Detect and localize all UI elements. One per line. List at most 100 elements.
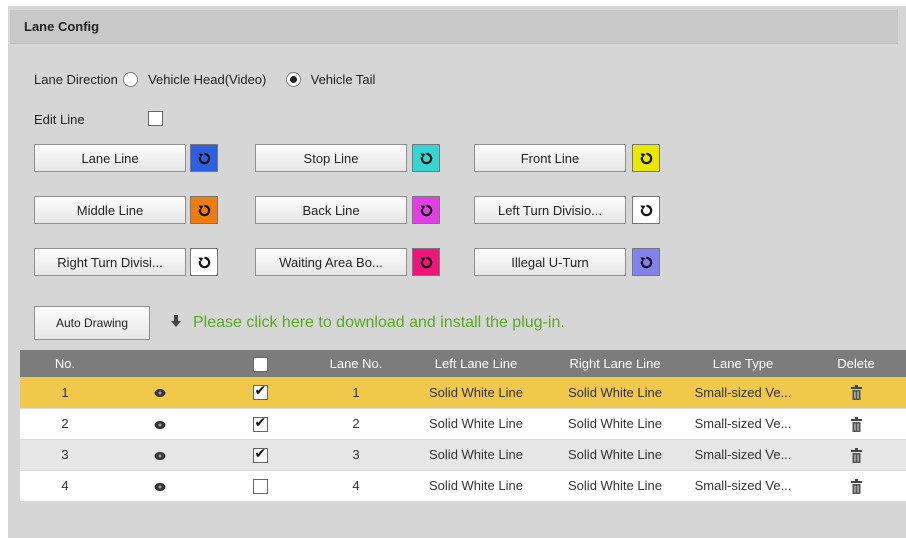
- radio-vehicle-head[interactable]: [123, 72, 139, 87]
- row-left-lane-line: Solid White Line: [402, 408, 550, 440]
- reset-arrow-icon: [419, 152, 433, 165]
- middle-line-button[interactable]: Middle Line: [34, 196, 186, 224]
- trash-icon[interactable]: [850, 477, 863, 494]
- edit-line-row: Edit Line: [34, 112, 85, 127]
- eye-icon[interactable]: [154, 385, 166, 400]
- row-left-lane-line: Solid White Line: [402, 377, 550, 409]
- edit-line-label: Edit Line: [34, 112, 85, 127]
- middle-line-color-swatch[interactable]: [190, 196, 218, 224]
- row-lane-type: Small-sized Ve...: [680, 377, 806, 409]
- radio-vehicle-head-label[interactable]: Vehicle Head(Video): [148, 72, 266, 87]
- trash-icon[interactable]: [850, 415, 863, 432]
- row-view-cell: [110, 470, 210, 502]
- line-button-label: Waiting Area Bo...: [279, 254, 383, 270]
- row-left-lane-line: Solid White Line: [402, 439, 550, 471]
- lane-line-color-swatch[interactable]: [190, 144, 218, 172]
- eye-icon[interactable]: [154, 447, 166, 462]
- radio-vehicle-tail[interactable]: [286, 72, 301, 87]
- reset-arrow-icon: [197, 204, 211, 217]
- row-no: 4: [20, 470, 110, 502]
- plugin-download-link[interactable]: Please click here to download and instal…: [193, 314, 565, 332]
- reset-arrow-icon: [419, 256, 433, 269]
- row-no: 2: [20, 408, 110, 440]
- front-line-color-swatch[interactable]: [632, 144, 660, 172]
- waiting-area-bo-color-swatch[interactable]: [412, 248, 440, 276]
- reset-arrow-icon: [419, 204, 433, 217]
- left-turn-divisio-button[interactable]: Left Turn Divisio...: [474, 196, 626, 224]
- edit-line-checkbox[interactable]: [148, 111, 163, 126]
- row-lane-no: 2: [310, 408, 402, 440]
- back-line-button[interactable]: Back Line: [255, 196, 407, 224]
- front-line-button[interactable]: Front Line: [474, 144, 626, 172]
- lane-line-button[interactable]: Lane Line: [34, 144, 186, 172]
- radio-vehicle-tail-label[interactable]: Vehicle Tail: [311, 72, 376, 87]
- row-view-cell: [110, 377, 210, 409]
- left-turn-divisio-color-swatch[interactable]: [632, 196, 660, 224]
- select-all-checkbox[interactable]: [252, 356, 268, 372]
- row-right-lane-line: Solid White Line: [550, 377, 680, 409]
- eye-icon[interactable]: [154, 478, 166, 493]
- stop-line-button[interactable]: Stop Line: [255, 144, 407, 172]
- download-arrow-icon[interactable]: [170, 315, 182, 331]
- row-select-cell: [210, 439, 310, 471]
- reset-arrow-icon: [639, 152, 653, 165]
- right-turn-divisi-button[interactable]: Right Turn Divisi...: [34, 248, 186, 276]
- reset-arrow-icon: [639, 256, 653, 269]
- table-row[interactable]: 22Solid White LineSolid White LineSmall-…: [20, 408, 906, 440]
- row-checkbox[interactable]: [252, 383, 268, 401]
- col-header-lane-no: Lane No.: [310, 350, 402, 377]
- panel-header: Lane Config: [10, 10, 898, 44]
- row-delete-cell: [806, 377, 906, 409]
- lane-direction-row: Lane Direction Vehicle Head(Video) Vehic…: [34, 72, 375, 87]
- back-line-color-swatch[interactable]: [412, 196, 440, 224]
- right-turn-divisi-color-swatch[interactable]: [190, 248, 218, 276]
- line-button-label: Stop Line: [303, 150, 359, 166]
- row-delete-cell: [806, 408, 906, 440]
- row-view-cell: [110, 439, 210, 471]
- illegal-u-turn-button[interactable]: Illegal U-Turn: [474, 248, 626, 276]
- col-header-left-lane-line: Left Lane Line: [402, 350, 550, 377]
- row-checkbox[interactable]: [252, 446, 268, 463]
- auto-drawing-button[interactable]: Auto Drawing: [34, 306, 150, 340]
- row-checkbox[interactable]: [252, 478, 268, 494]
- col-header-select: [210, 350, 310, 377]
- row-no: 1: [20, 377, 110, 409]
- row-lane-type: Small-sized Ve...: [680, 408, 806, 440]
- col-header-right-lane-line: Right Lane Line: [550, 350, 680, 377]
- row-right-lane-line: Solid White Line: [550, 408, 680, 440]
- col-header-no: No.: [20, 350, 110, 377]
- table-header-row: No. Lane No. Left Lane Line Right Lane L…: [20, 350, 906, 377]
- lane-table: No. Lane No. Left Lane Line Right Lane L…: [20, 350, 906, 502]
- line-button-label: Front Line: [520, 150, 580, 166]
- col-header-view: [110, 350, 210, 377]
- row-lane-type: Small-sized Ve...: [680, 470, 806, 502]
- row-delete-cell: [806, 470, 906, 502]
- table-row[interactable]: 4 4 Solid White Line Solid White Line Small-…: [20, 470, 906, 502]
- row-checkbox[interactable]: [252, 415, 268, 432]
- line-button-label: Lane Line: [81, 150, 139, 166]
- auto-drawing-label: Auto Drawing: [55, 316, 129, 330]
- trash-icon[interactable]: [850, 446, 863, 463]
- col-header-delete: Delete: [806, 350, 906, 377]
- row-select-cell: [210, 408, 310, 440]
- row-no: 3: [20, 439, 110, 471]
- row-lane-type: Small-sized Ve...: [680, 439, 806, 471]
- row-lane-no: 1: [310, 377, 402, 409]
- table-row[interactable]: 11Solid White LineSolid White LineSmall-…: [20, 377, 906, 409]
- waiting-area-bo-button[interactable]: Waiting Area Bo...: [255, 248, 407, 276]
- table-row[interactable]: 33Solid White LineSolid White LineSmall-…: [20, 439, 906, 471]
- row-lane-no: 4: [310, 470, 402, 502]
- row-left-lane-line: Solid White Line: [402, 470, 550, 502]
- line-button-label: Right Turn Divisi...: [57, 254, 163, 270]
- reset-arrow-icon: [639, 204, 653, 217]
- line-button-label: Back Line: [302, 202, 360, 218]
- row-lane-no: 3: [310, 439, 402, 471]
- line-button-label: Illegal U-Turn: [511, 254, 589, 270]
- reset-arrow-icon: [197, 256, 211, 269]
- illegal-u-turn-color-swatch[interactable]: [632, 248, 660, 276]
- trash-icon[interactable]: [850, 384, 863, 401]
- eye-icon[interactable]: [154, 416, 166, 431]
- row-right-lane-line: Solid White Line: [550, 439, 680, 471]
- line-button-label: Middle Line: [76, 202, 144, 218]
- stop-line-color-swatch[interactable]: [412, 144, 440, 172]
